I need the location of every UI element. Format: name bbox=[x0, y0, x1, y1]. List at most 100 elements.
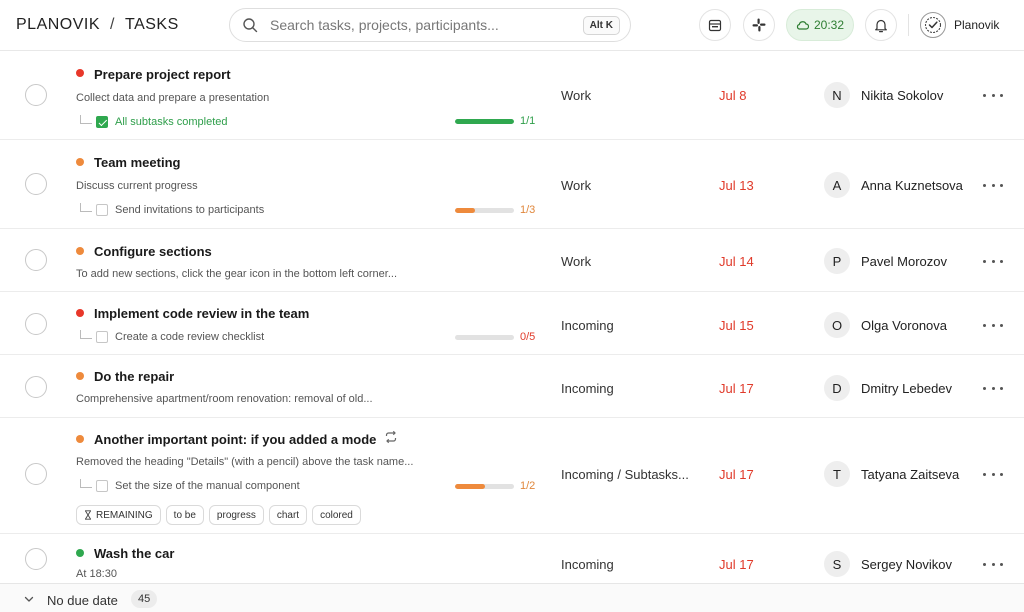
task-due-date[interactable]: Jul 14 bbox=[719, 254, 754, 269]
task-row[interactable]: Team meeting Discuss current progress Se… bbox=[0, 140, 1024, 229]
task-title[interactable]: Configure sections bbox=[94, 244, 212, 259]
task-project[interactable]: Work bbox=[561, 254, 591, 269]
task-project[interactable]: Work bbox=[561, 88, 591, 103]
task-description: Collect data and prepare a presentation bbox=[76, 92, 270, 104]
task-assignee[interactable]: Dmitry Lebedev bbox=[861, 381, 952, 396]
task-row[interactable]: Do the repair Comprehensive apartment/ro… bbox=[0, 355, 1024, 418]
task-assignee[interactable]: Pavel Morozov bbox=[861, 254, 947, 269]
subtask-label: Create a code review checklist bbox=[115, 331, 265, 343]
task-assignee[interactable]: Sergey Novikov bbox=[861, 557, 952, 572]
task-row[interactable]: Wash the car At 18:30 Incoming Jul 17 S … bbox=[0, 534, 1024, 583]
task-complete-checkbox[interactable] bbox=[25, 249, 47, 271]
task-due-date[interactable]: Jul 17 bbox=[719, 467, 754, 482]
subtask-ratio: 1/2 bbox=[520, 480, 536, 492]
slack-icon bbox=[752, 18, 766, 32]
task-assignee[interactable]: Nikita Sokolov bbox=[861, 88, 943, 103]
task-complete-checkbox[interactable] bbox=[25, 84, 47, 106]
tag-remaining[interactable]: REMAINING bbox=[76, 505, 161, 525]
more-options-icon[interactable] bbox=[983, 178, 1003, 192]
sync-status-button[interactable]: 20:32 bbox=[786, 9, 854, 41]
subtask-progress-bar bbox=[455, 335, 514, 340]
tag-to-be[interactable]: to be bbox=[165, 505, 204, 525]
subtask-progress-bar bbox=[455, 119, 514, 124]
priority-dot bbox=[76, 158, 84, 166]
notifications-button[interactable] bbox=[865, 9, 897, 41]
task-complete-checkbox[interactable] bbox=[25, 548, 47, 570]
priority-dot bbox=[76, 309, 84, 317]
task-tags: REMAINING to be progress chart colored bbox=[76, 505, 361, 525]
search-bar[interactable]: Alt K bbox=[229, 8, 631, 42]
task-title[interactable]: Another important point: if you added a … bbox=[94, 432, 376, 447]
task-due-date[interactable]: Jul 17 bbox=[719, 557, 754, 572]
sync-time: 20:32 bbox=[813, 18, 845, 32]
task-row[interactable]: Configure sections To add new sections, … bbox=[0, 229, 1024, 292]
task-title[interactable]: Prepare project report bbox=[94, 67, 231, 82]
priority-dot bbox=[76, 549, 84, 557]
subtask-item[interactable]: All subtasks completed bbox=[76, 114, 228, 130]
assignee-avatar: A bbox=[824, 172, 850, 198]
subtask-checkbox[interactable] bbox=[96, 116, 108, 128]
integrations-button[interactable] bbox=[743, 9, 775, 41]
task-title[interactable]: Wash the car bbox=[94, 546, 174, 561]
task-project[interactable]: Incoming bbox=[561, 557, 614, 572]
task-title[interactable]: Implement code review in the team bbox=[94, 306, 309, 321]
task-assignee[interactable]: Anna Kuznetsova bbox=[861, 178, 963, 193]
subtask-item[interactable]: Create a code review checklist bbox=[76, 329, 264, 345]
progress-fill bbox=[455, 484, 485, 489]
task-row[interactable]: Another important point: if you added a … bbox=[0, 418, 1024, 534]
more-options-icon[interactable] bbox=[983, 318, 1003, 332]
task-due-date[interactable]: Jul 13 bbox=[719, 178, 754, 193]
subtask-ratio: 0/5 bbox=[520, 331, 536, 343]
more-options-icon[interactable] bbox=[983, 467, 1003, 481]
more-options-icon[interactable] bbox=[983, 381, 1003, 395]
user-menu[interactable]: Planovik bbox=[920, 11, 999, 39]
search-icon bbox=[243, 18, 258, 33]
task-assignee[interactable]: Olga Voronova bbox=[861, 318, 947, 333]
assignee-avatar: T bbox=[824, 461, 850, 487]
task-project[interactable]: Incoming bbox=[561, 381, 614, 396]
tag-chart[interactable]: chart bbox=[268, 505, 308, 525]
task-project[interactable]: Incoming / Subtasks... bbox=[561, 467, 689, 482]
subtask-label: Send invitations to participants bbox=[115, 204, 265, 216]
task-title[interactable]: Team meeting bbox=[94, 155, 180, 170]
task-description: To add new sections, click the gear icon… bbox=[76, 268, 398, 280]
subtask-item[interactable]: Send invitations to participants bbox=[76, 202, 264, 218]
subtask-checkbox[interactable] bbox=[96, 204, 108, 216]
task-due-date[interactable]: Jul 8 bbox=[719, 88, 746, 103]
task-assignee[interactable]: Tatyana Zaitseva bbox=[861, 467, 959, 482]
more-options-icon[interactable] bbox=[983, 557, 1003, 571]
tag-colored[interactable]: colored bbox=[312, 505, 361, 525]
group-count-badge: 45 bbox=[131, 590, 158, 608]
breadcrumb-separator: / bbox=[110, 16, 115, 33]
avatar[interactable] bbox=[920, 12, 946, 38]
brand-name[interactable]: PLANOVIK bbox=[16, 16, 100, 33]
search-input[interactable] bbox=[270, 15, 570, 35]
task-due-date[interactable]: Jul 15 bbox=[719, 318, 754, 333]
task-row[interactable]: Prepare project report Collect data and … bbox=[0, 51, 1024, 140]
assignee-avatar: P bbox=[824, 248, 850, 274]
subtask-item[interactable]: Set the size of the manual component bbox=[76, 478, 300, 494]
subtask-checkbox[interactable] bbox=[96, 331, 108, 343]
calendar-button[interactable] bbox=[699, 9, 731, 41]
task-complete-checkbox[interactable] bbox=[25, 313, 47, 335]
subtask-checkbox[interactable] bbox=[96, 480, 108, 492]
search-shortcut-badge: Alt K bbox=[582, 16, 620, 35]
progress-fill bbox=[455, 119, 514, 124]
task-due-date[interactable]: Jul 17 bbox=[719, 381, 754, 396]
no-due-date-group-toggle[interactable]: No due date 45 bbox=[0, 583, 1024, 612]
task-title[interactable]: Do the repair bbox=[94, 369, 174, 384]
priority-dot bbox=[76, 435, 84, 443]
task-complete-checkbox[interactable] bbox=[25, 173, 47, 195]
task-complete-checkbox[interactable] bbox=[25, 463, 47, 485]
task-row[interactable]: Implement code review in the team Create… bbox=[0, 292, 1024, 355]
task-project[interactable]: Incoming bbox=[561, 318, 614, 333]
task-description: Removed the heading "Details" (with a pe… bbox=[76, 456, 414, 468]
tag-progress[interactable]: progress bbox=[208, 505, 264, 525]
task-project[interactable]: Work bbox=[561, 178, 591, 193]
more-options-icon[interactable] bbox=[983, 88, 1003, 102]
more-options-icon[interactable] bbox=[983, 254, 1003, 268]
task-description: At 18:30 bbox=[76, 568, 117, 580]
task-description: Comprehensive apartment/room renovation:… bbox=[76, 393, 373, 405]
task-complete-checkbox[interactable] bbox=[25, 376, 47, 398]
assignee-avatar: S bbox=[824, 551, 850, 577]
